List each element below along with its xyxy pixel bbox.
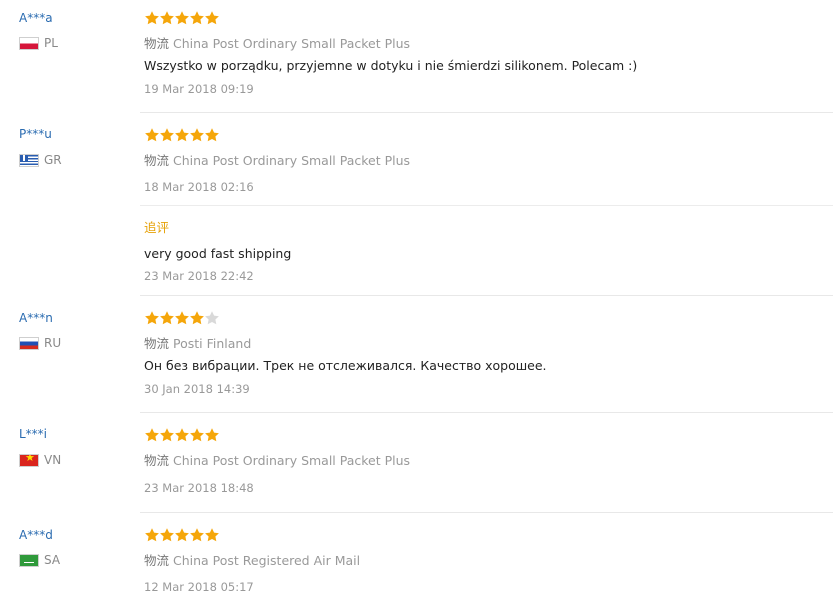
star-filled-icon: [160, 128, 174, 142]
followup-label: 追评: [144, 220, 170, 235]
country-code: PL: [44, 36, 58, 50]
star-empty-icon: [205, 311, 219, 325]
review-date: 30 Jan 2018 14:39: [144, 382, 250, 396]
star-rating: [144, 127, 219, 143]
vietnam-flag-icon: [19, 453, 39, 467]
star-filled-icon: [175, 311, 189, 325]
shipping-method: 物流 China Post Registered Air Mail: [144, 550, 360, 569]
star-filled-icon: [175, 428, 189, 442]
reviewer-country: SA: [19, 553, 60, 567]
star-filled-icon: [190, 311, 204, 325]
star-filled-icon: [160, 428, 174, 442]
shipping-name: China Post Ordinary Small Packet Plus: [173, 153, 411, 168]
review-divider: [140, 295, 833, 296]
reviewer-country: GR: [19, 153, 62, 167]
reviewer-country: VN: [19, 453, 61, 467]
shipping-name: China Post Registered Air Mail: [173, 553, 361, 568]
logistics-label: 物流: [144, 153, 170, 168]
review-divider: [140, 512, 833, 513]
review-text: Он без вибрации. Трек не отслеживался. К…: [144, 358, 547, 373]
star-filled-icon: [190, 11, 204, 25]
shipping-method: 物流 China Post Ordinary Small Packet Plus: [144, 450, 410, 469]
followup-text: very good fast shipping: [144, 246, 292, 261]
reviewer-country: RU: [19, 336, 61, 350]
star-filled-icon: [205, 528, 219, 542]
country-code: GR: [44, 153, 62, 167]
shipping-name: China Post Ordinary Small Packet Plus: [173, 36, 411, 51]
shipping-name: China Post Ordinary Small Packet Plus: [173, 453, 411, 468]
review-date: 18 Mar 2018 02:16: [144, 180, 254, 194]
review-date: 23 Mar 2018 18:48: [144, 481, 254, 495]
country-code: RU: [44, 336, 62, 350]
shipping-method: 物流 China Post Ordinary Small Packet Plus: [144, 150, 410, 169]
shipping-name: Posti Finland: [173, 336, 252, 351]
reviewer-name: A***a: [19, 11, 53, 25]
logistics-label: 物流: [144, 36, 170, 51]
review-text: Wszystko w porządku, przyjemne w dotyku …: [144, 58, 638, 73]
logistics-label: 物流: [144, 453, 170, 468]
reviewer-name: A***d: [19, 528, 53, 542]
star-filled-icon: [190, 428, 204, 442]
review-divider: [140, 412, 833, 413]
reviewer-name: P***u: [19, 127, 52, 141]
star-filled-icon: [145, 11, 159, 25]
star-rating: [144, 310, 219, 326]
star-filled-icon: [160, 11, 174, 25]
saudi-arabia-flag-icon: [19, 553, 39, 567]
followup-date: 23 Mar 2018 22:42: [144, 269, 254, 283]
star-filled-icon: [145, 128, 159, 142]
russia-flag-icon: [19, 336, 39, 350]
star-filled-icon: [160, 311, 174, 325]
star-filled-icon: [175, 11, 189, 25]
review-divider: [140, 112, 833, 113]
reviewer-country: PL: [19, 36, 58, 50]
shipping-method: 物流 China Post Ordinary Small Packet Plus: [144, 33, 410, 52]
star-filled-icon: [145, 528, 159, 542]
star-filled-icon: [190, 528, 204, 542]
star-filled-icon: [145, 311, 159, 325]
star-rating: [144, 427, 219, 443]
reviewer-name: L***i: [19, 427, 48, 441]
country-code: SA: [44, 553, 61, 567]
country-code: VN: [44, 453, 62, 467]
poland-flag-icon: [19, 36, 39, 50]
star-filled-icon: [205, 11, 219, 25]
review-date: 12 Mar 2018 05:17: [144, 580, 254, 594]
star-filled-icon: [175, 128, 189, 142]
star-filled-icon: [205, 428, 219, 442]
star-filled-icon: [160, 528, 174, 542]
star-rating: [144, 527, 219, 543]
logistics-label: 物流: [144, 336, 170, 351]
shipping-method: 物流 Posti Finland: [144, 333, 251, 352]
greece-flag-icon: [19, 153, 39, 167]
star-filled-icon: [205, 128, 219, 142]
star-filled-icon: [175, 528, 189, 542]
star-filled-icon: [145, 428, 159, 442]
star-filled-icon: [190, 128, 204, 142]
logistics-label: 物流: [144, 553, 170, 568]
followup-divider: [140, 205, 833, 206]
reviewer-name: A***n: [19, 311, 53, 325]
review-date: 19 Mar 2018 09:19: [144, 82, 254, 96]
star-rating: [144, 10, 219, 26]
